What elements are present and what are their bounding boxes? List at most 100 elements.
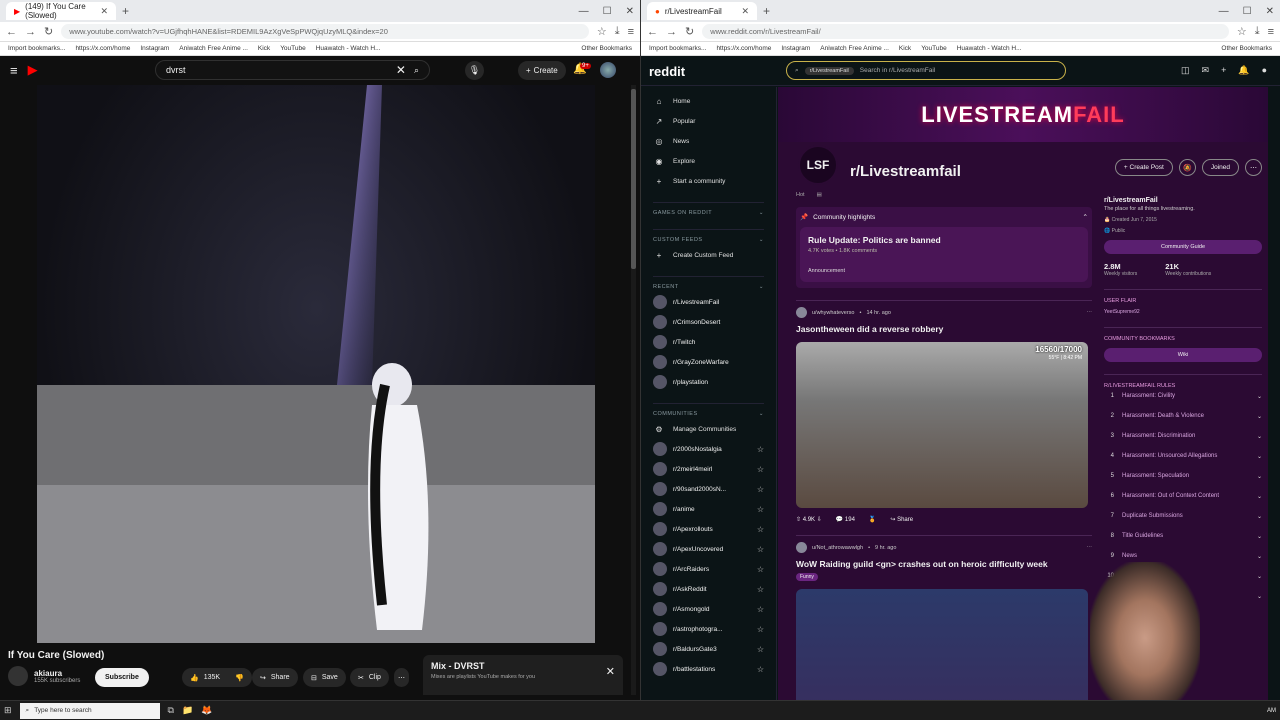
rule-item[interactable]: 4 Harassment: Unsourced Allegations ⌄ bbox=[1104, 449, 1262, 469]
post-flair[interactable]: Funny bbox=[796, 573, 818, 581]
community-item[interactable]: r/astrophotogra... ☆ bbox=[653, 619, 764, 639]
url-field[interactable]: www.youtube.com/watch?v=UGjfhqhHANE&list… bbox=[61, 24, 589, 39]
menu-icon[interactable]: ≡ bbox=[628, 26, 634, 38]
post-user[interactable]: u/whywhateverso bbox=[812, 310, 855, 316]
community-item[interactable]: r/2meirl4meirl ☆ bbox=[653, 459, 764, 479]
star-icon[interactable]: ☆ bbox=[757, 585, 764, 594]
user-flair[interactable]: YeetSupreme92 bbox=[1104, 309, 1262, 315]
maximize-icon[interactable]: ☐ bbox=[1243, 6, 1252, 17]
community-item[interactable]: r/BaldursGate3 ☆ bbox=[653, 639, 764, 659]
star-icon[interactable]: ☆ bbox=[757, 605, 764, 614]
bookmark-item[interactable]: Aniwatch Free Anime ... bbox=[820, 45, 889, 52]
section-games[interactable]: GAMES ON REDDIT ⌄ bbox=[653, 202, 764, 218]
community-item[interactable]: r/AskReddit ☆ bbox=[653, 579, 764, 599]
more-actions-button[interactable]: ⋯ bbox=[394, 668, 409, 687]
star-icon[interactable]: ☆ bbox=[757, 465, 764, 474]
windows-start-icon[interactable]: ⊞ bbox=[4, 705, 12, 716]
star-icon[interactable]: ☆ bbox=[757, 665, 764, 674]
community-item[interactable]: r/Asmongold ☆ bbox=[653, 599, 764, 619]
recent-item[interactable]: r/GrayZoneWarfare bbox=[653, 352, 764, 372]
like-button[interactable]: 👍 135K 👎 bbox=[182, 668, 252, 687]
community-item[interactable]: r/ArcRaiders ☆ bbox=[653, 559, 764, 579]
avatar[interactable] bbox=[600, 62, 616, 78]
community-item[interactable]: r/ApexUncovered ☆ bbox=[653, 539, 764, 559]
star-icon[interactable]: ☆ bbox=[757, 485, 764, 494]
bookmark-item[interactable]: Instagram bbox=[781, 45, 810, 52]
channel-avatar[interactable] bbox=[8, 666, 28, 686]
community-item[interactable]: r/anime ☆ bbox=[653, 499, 764, 519]
new-tab-button[interactable]: + bbox=[122, 4, 129, 18]
thumbs-down-icon[interactable]: 👎 bbox=[235, 674, 244, 682]
community-item[interactable]: r/90sand2000sN... ☆ bbox=[653, 479, 764, 499]
close-mix-icon[interactable]: ✕ bbox=[606, 665, 615, 678]
clear-search-icon[interactable]: ✕ bbox=[396, 63, 406, 77]
create-button[interactable]: + Create bbox=[518, 61, 566, 80]
sort-dropdown[interactable]: Hot bbox=[796, 192, 805, 198]
channel-name[interactable]: akiaura bbox=[34, 669, 80, 678]
community-item[interactable]: r/2000sNostalgia ☆ bbox=[653, 439, 764, 459]
notification-off-icon[interactable]: 🔕 bbox=[1178, 159, 1196, 176]
scrollbar[interactable] bbox=[631, 85, 636, 695]
create-icon[interactable]: + bbox=[1221, 65, 1226, 76]
star-icon[interactable]: ☆ bbox=[757, 645, 764, 654]
bookmark-item[interactable]: Kick bbox=[899, 45, 911, 52]
view-toggle-icon[interactable]: ▤ bbox=[817, 192, 822, 198]
more-icon[interactable]: ⋯ bbox=[1245, 159, 1262, 176]
post-user[interactable]: u/Not_athrowawwlgh bbox=[812, 545, 863, 551]
bookmark-item[interactable]: Import bookmarks... bbox=[8, 45, 65, 52]
firefox-icon[interactable]: 🦊 bbox=[201, 705, 212, 716]
search-input[interactable]: ⌕ r/LivestreamFail Search in r/Livestrea… bbox=[786, 61, 1066, 80]
reddit-logo[interactable]: reddit bbox=[649, 64, 685, 79]
post-title[interactable]: Jasontheween did a reverse robbery bbox=[796, 324, 1092, 334]
highlight-card[interactable]: Rule Update: Politics are banned 4.7K vo… bbox=[800, 227, 1088, 282]
forward-icon[interactable]: → bbox=[25, 26, 36, 38]
advertise-icon[interactable]: ◫ bbox=[1181, 65, 1190, 76]
wiki-button[interactable]: Wiki bbox=[1104, 348, 1262, 362]
rule-item[interactable]: 2 Harassment: Death & Violence ⌄ bbox=[1104, 409, 1262, 429]
share-button[interactable]: ↪ Share bbox=[890, 516, 913, 523]
tab-youtube[interactable]: ▶ (149) If You Care (Slowed) ✕ bbox=[6, 2, 116, 20]
post-title[interactable]: WoW Raiding guild <gn> crashes out on he… bbox=[796, 559, 1092, 569]
post-video[interactable]: 16560/17000 55°F | 8:42 PM bbox=[796, 342, 1088, 508]
bookmark-item[interactable]: https://x.com/home bbox=[716, 45, 771, 52]
bookmark-item[interactable]: Instagram bbox=[140, 45, 169, 52]
community-item[interactable]: r/Apexrollouts ☆ bbox=[653, 519, 764, 539]
close-tab-icon[interactable]: ✕ bbox=[741, 6, 749, 17]
microphone-icon[interactable]: 🎙 bbox=[465, 61, 484, 80]
rule-item[interactable]: 7 Duplicate Submissions ⌄ bbox=[1104, 509, 1262, 529]
other-bookmarks[interactable]: Other Bookmarks bbox=[1221, 45, 1272, 52]
close-tab-icon[interactable]: ✕ bbox=[100, 6, 108, 17]
rule-item[interactable]: 3 Harassment: Discrimination ⌄ bbox=[1104, 429, 1262, 449]
avatar[interactable]: ● bbox=[1262, 65, 1267, 76]
avatar[interactable] bbox=[796, 542, 807, 553]
video-player[interactable] bbox=[37, 85, 595, 643]
rule-item[interactable]: 1 Harassment: Civility ⌄ bbox=[1104, 389, 1262, 409]
menu-icon[interactable]: ≡ bbox=[1268, 26, 1274, 38]
save-button[interactable]: ⊟ Save bbox=[303, 668, 346, 687]
rule-item[interactable]: 6 Harassment: Out of Context Content ⌄ bbox=[1104, 489, 1262, 509]
bookmark-item[interactable]: YouTube bbox=[921, 45, 947, 52]
community-guide-button[interactable]: Community Guide bbox=[1104, 240, 1262, 254]
post-card[interactable]: u/whywhateverso • 14 hr. ago ⋯ Jasontheween… bbox=[796, 300, 1092, 523]
download-icon[interactable]: ⤓ bbox=[615, 25, 620, 38]
search-scope-chip[interactable]: r/LivestreamFail bbox=[804, 66, 854, 75]
search-icon[interactable]: ⌕ bbox=[414, 65, 419, 76]
manage-communities[interactable]: ⚙ Manage Communities bbox=[653, 419, 764, 439]
star-icon[interactable]: ☆ bbox=[757, 565, 764, 574]
upvote-button[interactable]: ⇧ 4.9K ⇩ bbox=[796, 516, 822, 523]
award-icon[interactable]: 🏅 bbox=[869, 516, 876, 523]
youtube-logo-icon[interactable]: ▶ bbox=[28, 62, 38, 78]
nav-item[interactable]: ↗ Popular bbox=[653, 111, 764, 131]
comments-button[interactable]: 💬 194 bbox=[836, 516, 855, 523]
create-post-button[interactable]: + Create Post bbox=[1114, 159, 1173, 176]
new-tab-button[interactable]: + bbox=[763, 4, 770, 18]
back-icon[interactable]: ← bbox=[647, 26, 658, 38]
section-recent[interactable]: RECENT ⌄ bbox=[653, 276, 764, 292]
bell-icon[interactable]: 🔔 bbox=[1238, 65, 1249, 76]
section-custom-feeds[interactable]: CUSTOM FEEDS ⌄ bbox=[653, 229, 764, 245]
search-input[interactable]: dvrst ✕ ⌕ bbox=[155, 60, 430, 80]
task-view-icon[interactable]: ⧉ bbox=[168, 705, 174, 716]
chat-icon[interactable]: ✉ bbox=[1202, 65, 1210, 76]
forward-icon[interactable]: → bbox=[666, 26, 677, 38]
nav-item[interactable]: ⌂ Home bbox=[653, 91, 764, 111]
